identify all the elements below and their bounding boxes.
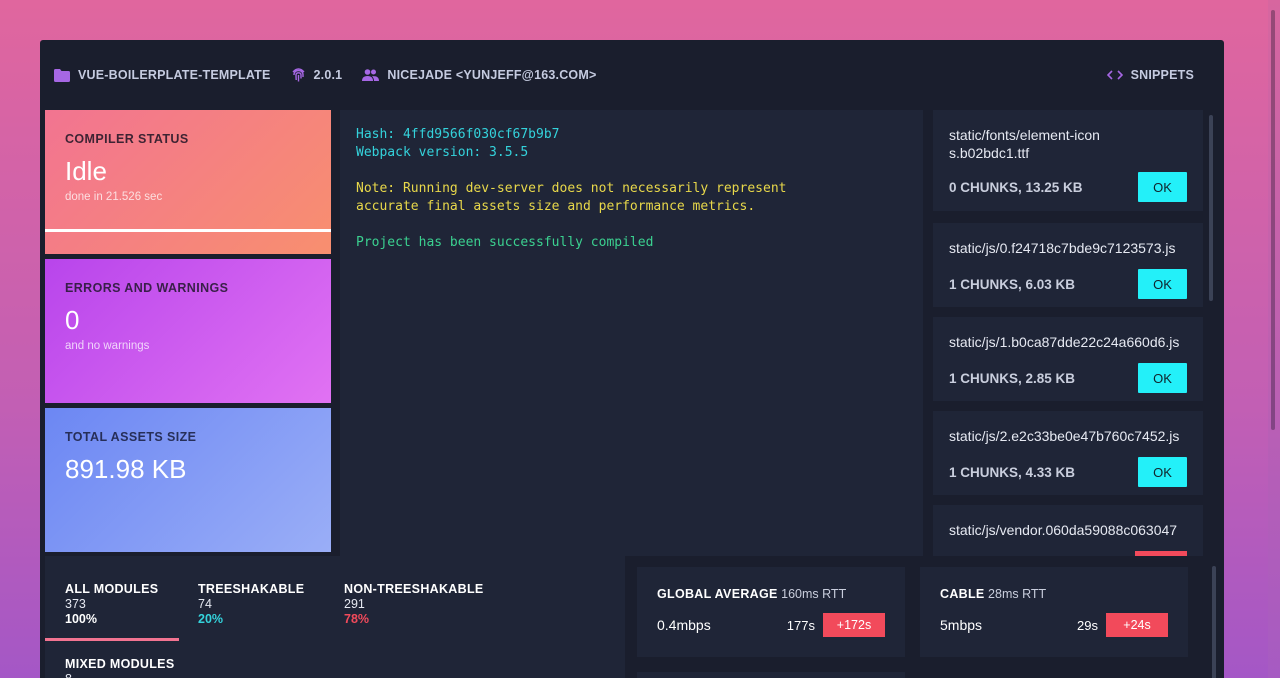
network-cable: CABLE 28ms RTT 5mbps 29s +24s <box>920 567 1188 657</box>
module-stat-all[interactable]: ALL MODULES 373 100% <box>65 582 158 627</box>
network-rtt: 160ms RTT <box>781 587 847 601</box>
ok-badge[interactable]: OK <box>1138 269 1187 299</box>
active-tab-indicator <box>45 638 179 641</box>
code-icon <box>1106 70 1123 80</box>
asset-meta: 1 CHUNKS, 2.85 KB <box>949 370 1076 386</box>
project-name: VUE-BOILERPLATE-TEMPLATE <box>54 68 271 82</box>
card-sub: and no warnings <box>65 340 150 352</box>
folder-icon <box>54 68 70 82</box>
asset-item: static/js/0.f24718c7bde9c7123573.js 1 CH… <box>933 223 1203 307</box>
time-delta-badge: +172s <box>823 613 885 637</box>
card-value: Idle <box>65 156 107 186</box>
module-stat-mixed[interactable]: MIXED MODULES 8 <box>65 657 174 678</box>
asset-meta: 1 CHUNKS, 4.33 KB <box>949 464 1076 480</box>
assets-list[interactable]: static/fonts/element-icons.b02bdc1.ttf 0… <box>933 110 1215 556</box>
window-scrollbar-thumb[interactable] <box>1271 10 1275 430</box>
asset-item: static/fonts/element-icons.b02bdc1.ttf 0… <box>933 110 1203 211</box>
network-panel-next <box>637 672 905 678</box>
network-time: 177s <box>786 617 815 633</box>
network-rtt: 28ms RTT <box>988 587 1047 601</box>
asset-item: static/js/1.b0ca87dde22c24a660d6.js 1 CH… <box>933 317 1203 401</box>
asset-item: static/js/2.e2c33be0e47b760c7452.js 1 CH… <box>933 411 1203 495</box>
asset-meta: 0 CHUNKS, 13.25 KB <box>949 179 1083 195</box>
snippets-button[interactable]: SNIPPETS <box>1106 40 1194 110</box>
assets-size-card: TOTAL ASSETS SIZE 891.98 KB <box>45 408 331 552</box>
author: NICEJADE <YUNJEFF@163.COM> <box>362 68 596 82</box>
app-window: VUE-BOILERPLATE-TEMPLATE 2.0.1 NICEJADE … <box>40 40 1224 678</box>
network-name: CABLE <box>940 587 985 601</box>
network-speed: 5mbps <box>940 617 983 633</box>
errors-card: ERRORS AND WARNINGS 0 and no warnings <box>45 259 331 403</box>
ok-badge[interactable]: OK <box>1138 363 1187 393</box>
network-time: 29s <box>1077 617 1098 633</box>
time-delta-badge: +24s <box>1106 613 1168 637</box>
module-stat-non-treeshakable[interactable]: NON-TREESHAKABLE 291 78% <box>344 582 484 627</box>
network-scrollbar[interactable] <box>1212 566 1216 678</box>
asset-name: static/js/1.b0ca87dde22c24a660d6.js <box>949 334 1180 350</box>
log-note: Note: Running dev-server does not necess… <box>356 181 787 196</box>
card-value: 891.98 KB <box>65 454 187 484</box>
card-label: ERRORS AND WARNINGS <box>65 281 229 295</box>
card-sub: done in 21.526 sec <box>65 191 163 203</box>
window-scrollbar[interactable] <box>1268 0 1280 678</box>
asset-name: static/js/0.f24718c7bde9c7123573.js <box>949 240 1176 256</box>
version: 2.0.1 <box>291 67 343 83</box>
card-label: COMPILER STATUS <box>65 132 189 146</box>
top-bar: VUE-BOILERPLATE-TEMPLATE 2.0.1 NICEJADE … <box>40 40 1224 110</box>
modules-panel: ALL MODULES 373 100% TREESHAKABLE 74 20%… <box>45 556 625 678</box>
network-name: GLOBAL AVERAGE <box>657 587 778 601</box>
asset-name: static/js/vendor.060da59088c063047 <box>949 522 1178 538</box>
compiler-status-card: COMPILER STATUS Idle done in 21.526 sec <box>45 110 331 254</box>
log-note: accurate final assets size and performan… <box>356 199 756 214</box>
build-log[interactable]: Hash: 4ffd9566f030cf67b9b7 Webpack versi… <box>340 110 923 556</box>
module-stat-treeshakable[interactable]: TREESHAKABLE 74 20% <box>198 582 304 627</box>
card-value: 0 <box>65 305 80 335</box>
asset-name: static/fonts/element-icons.b02bdc1.ttf <box>949 127 1100 161</box>
ok-badge[interactable]: OK <box>1138 457 1187 487</box>
progress-bar <box>45 229 331 232</box>
log-success: Project has been successfully compiled <box>356 235 654 250</box>
log-hash: Hash: 4ffd9566f030cf67b9b7 <box>356 127 560 142</box>
network-speed: 0.4mbps <box>657 617 711 633</box>
log-webpack: Webpack version: 3.5.5 <box>356 145 529 160</box>
assets-scrollbar[interactable] <box>1209 115 1213 301</box>
asset-name: static/js/2.e2c33be0e47b760c7452.js <box>949 428 1180 444</box>
bottom-section: ALL MODULES 373 100% TREESHAKABLE 74 20%… <box>40 556 1224 678</box>
asset-meta: 1 CHUNKS, 6.03 KB <box>949 276 1076 292</box>
card-label: TOTAL ASSETS SIZE <box>65 430 197 444</box>
ok-badge[interactable]: OK <box>1138 172 1187 202</box>
asset-item: static/js/vendor.060da59088c063047 <box>933 505 1203 556</box>
network-global-average: GLOBAL AVERAGE 160ms RTT 0.4mbps 177s +1… <box>637 567 905 657</box>
fingerprint-icon <box>291 67 306 83</box>
people-icon <box>362 69 380 81</box>
